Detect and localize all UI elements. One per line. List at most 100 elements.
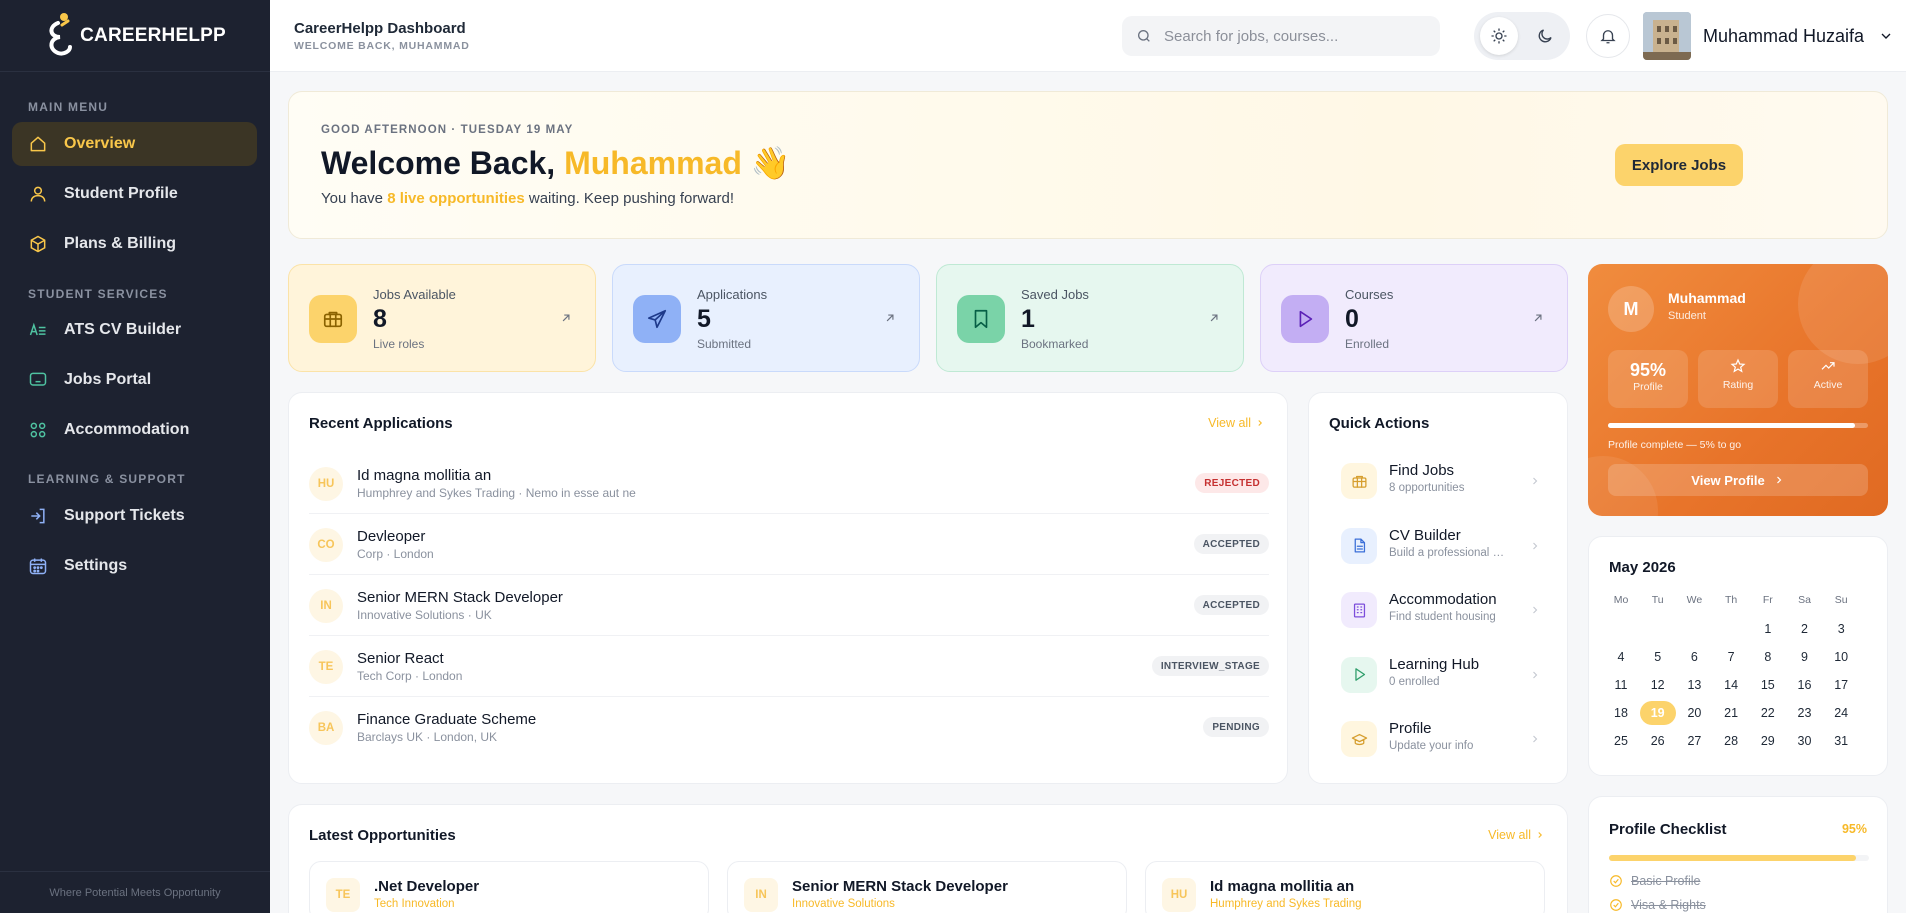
quick-action-item[interactable]: Learning Hub 0 enrolled xyxy=(1329,649,1547,701)
company-initials-avatar: IN xyxy=(744,878,778,912)
opportunity-company: Humphrey and Sykes Trading xyxy=(1210,898,1362,910)
view-all-opportunities-link[interactable]: View all xyxy=(1488,828,1545,842)
stat-card[interactable]: Saved Jobs 1 Bookmarked xyxy=(936,264,1244,372)
company-initials-avatar: BA xyxy=(309,711,343,745)
brand[interactable]: CAREERHELPP xyxy=(0,0,270,72)
calendar-day[interactable]: 3 xyxy=(1823,617,1859,641)
opportunity-card[interactable]: TE .Net Developer Tech Innovation xyxy=(309,861,709,913)
profile-progress-bar xyxy=(1608,423,1868,428)
search-input[interactable] xyxy=(1164,27,1424,45)
calendar-day[interactable]: 15 xyxy=(1750,673,1786,697)
quick-action-item[interactable]: Find Jobs 8 opportunities xyxy=(1329,455,1547,507)
view-all-applications-link[interactable]: View all xyxy=(1208,416,1265,430)
quick-action-title: Accommodation xyxy=(1389,591,1497,608)
sidebar-item-ats-cv-builder[interactable]: ATS CV Builder xyxy=(12,308,257,352)
bookmark-icon xyxy=(974,309,988,329)
stat-icon-tile xyxy=(1281,295,1329,343)
profile-progress-note: Profile complete — 5% to go xyxy=(1608,439,1742,451)
view-profile-button[interactable]: View Profile xyxy=(1608,464,1868,496)
calendar-day[interactable]: 21 xyxy=(1713,701,1749,725)
stat-value: 1 xyxy=(1021,305,1035,333)
company-initials-avatar: CO xyxy=(309,528,343,562)
explore-jobs-button[interactable]: Explore Jobs xyxy=(1615,144,1743,186)
calendar-day[interactable]: 9 xyxy=(1787,645,1823,669)
profile-checklist-card: Profile Checklist 95% Basic Profile Visa … xyxy=(1588,796,1888,913)
calendar-day[interactable]: 6 xyxy=(1676,645,1712,669)
calendar-day[interactable]: 26 xyxy=(1640,729,1676,753)
chevron-down-icon[interactable] xyxy=(1878,28,1894,44)
calendar-day[interactable]: 31 xyxy=(1823,729,1859,753)
stat-card[interactable]: Courses 0 Enrolled xyxy=(1260,264,1568,372)
table-row[interactable]: BA Finance Graduate Scheme Barclays UK · L… xyxy=(309,697,1269,758)
calendar-day[interactable]: 27 xyxy=(1676,729,1712,753)
quick-action-title: Find Jobs xyxy=(1389,462,1455,479)
sidebar-item-overview[interactable]: Overview xyxy=(12,122,257,166)
calendar-day[interactable]: 2 xyxy=(1787,617,1823,641)
profile-role: Student xyxy=(1668,310,1706,322)
calendar-day-today[interactable]: 19 xyxy=(1639,701,1676,725)
application-title: Id magna mollitia an xyxy=(357,467,492,484)
calendar-day[interactable]: 11 xyxy=(1603,673,1639,697)
sidebar-item-student-profile[interactable]: Student Profile xyxy=(12,172,257,216)
light-mode-button[interactable] xyxy=(1480,17,1518,55)
live-opportunities-count[interactable]: 8 live opportunities xyxy=(387,190,525,207)
user-name[interactable]: Muhammad Huzaifa xyxy=(1703,26,1864,47)
stat-caption: Enrolled xyxy=(1345,337,1390,351)
view-profile-label: View Profile xyxy=(1691,472,1765,488)
quick-action-item[interactable]: CV Builder Build a professional CV xyxy=(1329,520,1547,572)
calendar-day[interactable]: 28 xyxy=(1713,729,1749,753)
text-lines-icon xyxy=(29,322,46,336)
table-row[interactable]: HU Id magna mollitia an Humphrey and Sykes… xyxy=(309,453,1269,514)
quick-action-item[interactable]: Profile Update your info xyxy=(1329,713,1547,765)
calendar-day[interactable]: 24 xyxy=(1823,701,1859,725)
calendar-day[interactable]: 7 xyxy=(1713,645,1749,669)
stat-card[interactable]: Applications 5 Submitted xyxy=(612,264,920,372)
quick-action-item[interactable]: Accommodation Find student housing xyxy=(1329,584,1547,636)
calendar-day[interactable]: 13 xyxy=(1676,673,1712,697)
quick-action-icon-tile xyxy=(1341,721,1377,757)
table-row[interactable]: IN Senior MERN Stack Developer Innovative … xyxy=(309,575,1269,636)
calendar-day[interactable]: 16 xyxy=(1787,673,1823,697)
sidebar-item-accommodation[interactable]: Accommodation xyxy=(12,408,257,452)
calendar-day[interactable]: 18 xyxy=(1603,701,1639,725)
calendar-day[interactable]: 23 xyxy=(1787,701,1823,725)
welcome-banner: GOOD AFTERNOON · TUESDAY 19 MAY Welcome … xyxy=(288,91,1888,239)
theme-toggle[interactable] xyxy=(1474,12,1570,60)
calendar-day[interactable]: 8 xyxy=(1750,645,1786,669)
calendar-day[interactable]: 30 xyxy=(1787,729,1823,753)
calendar-day[interactable]: 20 xyxy=(1676,701,1712,725)
calendar-day[interactable]: 29 xyxy=(1750,729,1786,753)
calendar-day[interactable]: 12 xyxy=(1640,673,1676,697)
calendar-day[interactable]: 1 xyxy=(1750,617,1786,641)
opportunity-card[interactable]: HU Id magna mollitia an Humphrey and Sykes… xyxy=(1145,861,1545,913)
view-all-label: View all xyxy=(1208,416,1251,430)
avatar[interactable] xyxy=(1643,12,1691,60)
notifications-button[interactable] xyxy=(1586,14,1630,58)
latest-opportunities-title: Latest Opportunities xyxy=(309,827,456,844)
table-row[interactable]: TE Senior React Tech Corp · London INTERVIE… xyxy=(309,636,1269,697)
calendar-day[interactable]: 10 xyxy=(1823,645,1859,669)
welcome-title-prefix: Welcome Back, xyxy=(321,145,565,181)
sidebar-item-support-tickets[interactable]: Support Tickets xyxy=(12,494,257,538)
calendar-day[interactable]: 5 xyxy=(1640,645,1676,669)
checklist-progress-bar xyxy=(1609,855,1869,861)
company-initials-avatar: TE xyxy=(309,650,343,684)
status-badge: INTERVIEW_STAGE xyxy=(1151,656,1269,676)
stat-card[interactable]: Jobs Available 8 Live roles xyxy=(288,264,596,372)
chevron-right-icon xyxy=(1533,606,1538,614)
sidebar: CAREERHELPP MAIN MENU Overview Student P… xyxy=(0,0,270,913)
dark-mode-button[interactable] xyxy=(1526,17,1564,55)
opportunity-card[interactable]: IN Senior MERN Stack Developer Innovative … xyxy=(727,861,1127,913)
table-row[interactable]: CO Devleoper Corp · London ACCEPTED xyxy=(309,514,1269,575)
sidebar-item-plans-billing[interactable]: Plans & Billing xyxy=(12,222,257,266)
checklist-progress-fill xyxy=(1609,855,1856,861)
sidebar-item-settings[interactable]: Settings xyxy=(12,544,257,588)
calendar-day[interactable]: 17 xyxy=(1823,673,1859,697)
sign-in-icon xyxy=(31,508,45,524)
calendar-day[interactable]: 22 xyxy=(1750,701,1786,725)
calendar-day[interactable]: 14 xyxy=(1713,673,1749,697)
calendar-day[interactable]: 25 xyxy=(1603,729,1639,753)
search-box[interactable] xyxy=(1122,16,1440,56)
calendar-day[interactable]: 4 xyxy=(1603,645,1639,669)
sidebar-item-jobs-portal[interactable]: Jobs Portal xyxy=(12,358,257,402)
